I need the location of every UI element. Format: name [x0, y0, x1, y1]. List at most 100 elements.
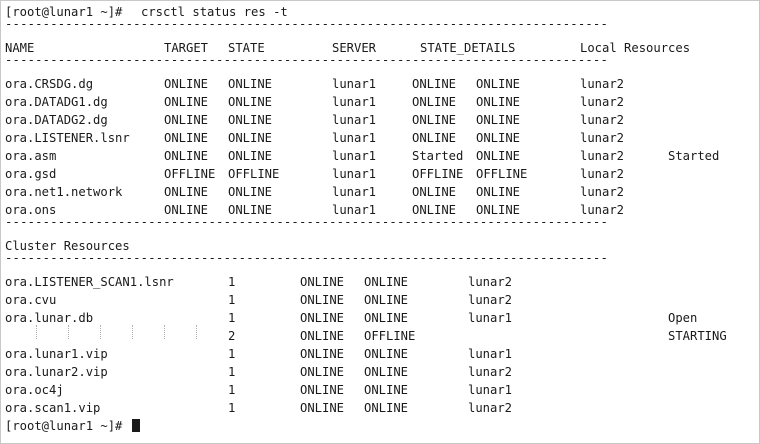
cell-name: ora.lunar.db	[5, 311, 94, 325]
resource-row: ora.DATADG1.dg ONLINE ONLINE lunar1 ONLINE ON…	[5, 93, 745, 111]
cell-server: lunar2	[468, 401, 513, 415]
cell-state-detail-2: ONLINE	[476, 77, 521, 91]
cell-server: lunar1	[332, 131, 377, 145]
resource-row: ora.LISTENER.lsnr ONLINE ONLINE lunar1 ONLIN…	[5, 129, 745, 147]
cell-server: lunar1	[468, 311, 513, 325]
cell-target: ONLINE	[300, 311, 345, 325]
cell-target: ONLINE	[300, 293, 345, 307]
cell-instance: 2	[228, 329, 236, 343]
cluster-resource-row: ora.lunar.db 1 ONLINE ONLINE lunar1 Open	[5, 309, 745, 327]
cell-target: OFFLINE	[164, 167, 216, 181]
cell-name: ora.lunar2.vip	[5, 365, 108, 379]
cell-state: ONLINE	[364, 275, 409, 289]
cell-target: ONLINE	[164, 149, 209, 163]
text-cursor	[131, 417, 140, 435]
cell-state-detail-2: ONLINE	[476, 131, 521, 145]
cell-name: ora.DATADG1.dg	[5, 95, 108, 109]
cell-server: lunar1	[332, 167, 377, 181]
cell-target: ONLINE	[164, 131, 209, 145]
cell-server: lunar1	[468, 383, 513, 397]
resource-row: ora.net1.network ONLINE ONLINE lunar1 ONLINE…	[5, 183, 745, 201]
cell-state: ONLINE	[228, 149, 273, 163]
prompt-line[interactable]: [root@lunar1 ~]#	[5, 417, 140, 435]
cell-name: ora.LISTENER_SCAN1.lsnr	[5, 275, 174, 289]
terminal-window[interactable]: [root@lunar1 ~]# crsctl status res -t --…	[0, 0, 760, 444]
dotted-guide	[36, 325, 38, 339]
cell-node: lunar2	[580, 149, 625, 163]
cell-name: ora.cvu	[5, 293, 57, 307]
cell-target: ONLINE	[164, 77, 209, 91]
cluster-resource-row: ora.cvu 1 ONLINE ONLINE lunar2	[5, 291, 745, 309]
cell-node: lunar2	[580, 113, 625, 127]
resource-row: ora.asm ONLINE ONLINE lunar1 Started ONLINE lu…	[5, 147, 745, 165]
cell-node: lunar2	[580, 131, 625, 145]
dotted-guide	[100, 325, 102, 339]
cluster-resource-row: ora.scan1.vip 1 ONLINE ONLINE lunar2	[5, 399, 745, 417]
cell-target: ONLINE	[300, 347, 345, 361]
dotted-guide	[196, 325, 198, 339]
cell-state-detail: ONLINE	[412, 185, 457, 199]
cluster-resource-row: ora.oc4j 1 ONLINE ONLINE lunar1	[5, 381, 745, 399]
cell-name: ora.oc4j	[5, 383, 64, 397]
cell-name: ora.gsd	[5, 167, 57, 181]
cell-target: ONLINE	[300, 401, 345, 415]
cell-extra: Open	[668, 311, 698, 325]
resource-row: ora.gsd OFFLINE OFFLINE lunar1 OFFLINE OFFLIN…	[5, 165, 745, 183]
cell-state: ONLINE	[364, 311, 409, 325]
cell-state: ONLINE	[364, 401, 409, 415]
cell-state: ONLINE	[364, 347, 409, 361]
cell-extra: STARTING	[668, 329, 727, 343]
cell-target: ONLINE	[164, 95, 209, 109]
cluster-resource-row: 2 ONLINE OFFLINE STARTING	[5, 327, 745, 345]
cell-server: lunar2	[468, 275, 513, 289]
cluster-resource-row: ora.lunar1.vip 1 ONLINE ONLINE lunar1	[5, 345, 745, 363]
separator-line: ----------------------------------------…	[5, 17, 608, 31]
prompt: [root@lunar1 ~]#	[5, 419, 123, 433]
cell-name: ora.net1.network	[5, 185, 123, 199]
resource-row: ora.DATADG2.dg ONLINE ONLINE lunar1 ONLINE ON…	[5, 111, 745, 129]
cell-name: ora.asm	[5, 149, 57, 163]
dotted-guide	[68, 325, 70, 339]
separator-line: ----------------------------------------…	[5, 215, 608, 229]
cell-state: ONLINE	[364, 383, 409, 397]
cell-instance: 1	[228, 365, 236, 379]
separator-line: ----------------------------------------…	[5, 53, 608, 67]
cell-instance: 1	[228, 401, 236, 415]
cell-node: lunar2	[580, 77, 625, 91]
cell-server: lunar1	[332, 149, 377, 163]
cell-target: ONLINE	[164, 185, 209, 199]
cell-state: OFFLINE	[228, 167, 280, 181]
cell-target: ONLINE	[300, 365, 345, 379]
cell-node: lunar2	[580, 95, 625, 109]
cell-target: ONLINE	[164, 113, 209, 127]
cell-target: ONLINE	[300, 329, 345, 343]
cell-state-detail: Started	[412, 149, 464, 163]
cell-state: ONLINE	[228, 185, 273, 199]
dotted-guide	[164, 325, 166, 339]
cell-server: lunar1	[332, 77, 377, 91]
cell-state: OFFLINE	[364, 329, 416, 343]
cluster-resource-row: ora.lunar2.vip 1 ONLINE ONLINE lunar2	[5, 363, 745, 381]
cell-target: ONLINE	[300, 275, 345, 289]
cell-name: ora.LISTENER.lsnr	[5, 131, 130, 145]
cell-target: ONLINE	[300, 383, 345, 397]
cell-server: lunar1	[332, 95, 377, 109]
cell-state: ONLINE	[228, 131, 273, 145]
cell-server: lunar1	[468, 347, 513, 361]
cell-state-detail-2: ONLINE	[476, 113, 521, 127]
cell-server: lunar1	[332, 185, 377, 199]
cell-instance: 1	[228, 293, 236, 307]
cell-state: ONLINE	[364, 365, 409, 379]
cell-state-detail: OFFLINE	[412, 167, 464, 181]
cell-state: ONLINE	[364, 293, 409, 307]
cell-node: lunar2	[580, 167, 625, 181]
cell-instance: 1	[228, 275, 236, 289]
cell-name: ora.lunar1.vip	[5, 347, 108, 361]
cell-extra: Started	[668, 149, 720, 163]
dotted-guide	[132, 325, 134, 339]
cell-state-detail: ONLINE	[412, 113, 457, 127]
cell-state: ONLINE	[228, 77, 273, 91]
cell-state-detail-2: OFFLINE	[476, 167, 528, 181]
resource-row: ora.CRSDG.dg ONLINE ONLINE lunar1 ONLINE ONLI…	[5, 75, 745, 93]
cell-name: ora.scan1.vip	[5, 401, 101, 415]
